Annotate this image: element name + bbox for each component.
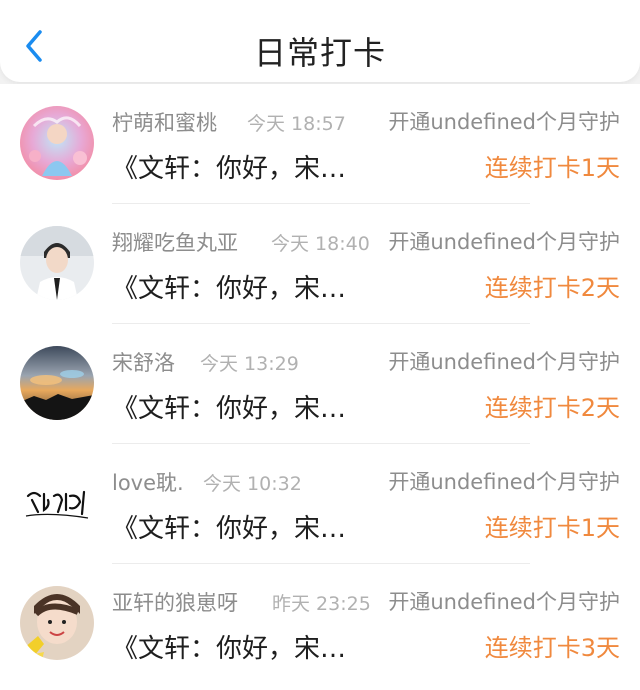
user-name[interactable]: 宋舒洛 [112,347,175,377]
avatar[interactable] [20,466,94,540]
list-item[interactable]: 柠萌和蜜桃 今天 18:57 开通undefined个月守护 《文轩：你好，宋…… [0,84,640,204]
action-text: 开通undefined个月守护 [386,346,620,376]
timestamp: 今天 10:32 [203,473,302,495]
action-text: 开通undefined个月守护 [386,106,620,136]
streak-badge: 连续打卡3天 [484,634,620,662]
action-text: 开通undefined个月守护 [386,586,620,616]
list-item[interactable]: love耽. 今天 10:32 开通undefined个月守护 《文轩：你好，宋… [0,444,640,564]
streak-badge: 连续打卡1天 [484,154,620,182]
message-text: 《文轩：你好，宋… [112,634,347,664]
header-bar: 日常打卡 [0,0,640,82]
message-text: 《文轩：你好，宋… [112,154,347,184]
action-text: 开通undefined个月守护 [386,226,620,256]
avatar-image [20,106,94,180]
streak-badge: 连续打卡2天 [484,274,620,302]
timestamp: 今天 18:57 [247,113,346,135]
message-text: 《文轩：你好，宋… [112,514,347,544]
timestamp: 今天 18:40 [271,233,370,255]
avatar[interactable] [20,226,94,300]
action-text: 开通undefined个月守护 [386,466,620,496]
user-name[interactable]: 翔耀吃鱼丸亚 [112,227,238,257]
page-title: 日常打卡 [253,34,386,72]
avatar[interactable] [20,346,94,420]
timestamp: 今天 13:29 [200,353,299,375]
timestamp: 昨天 23:25 [272,593,371,615]
user-name[interactable]: love耽. [112,467,184,497]
avatar-image [20,586,94,660]
user-name[interactable]: 柠萌和蜜桃 [112,107,217,137]
avatar[interactable] [20,586,94,660]
checkin-list: 柠萌和蜜桃 今天 18:57 开通undefined个月守护 《文轩：你好，宋…… [0,84,640,690]
streak-badge: 连续打卡1天 [484,514,620,542]
list-item[interactable]: 翔耀吃鱼丸亚 今天 18:40 开通undefined个月守护 《文轩：你好，宋… [0,204,640,324]
avatar-image [20,466,94,540]
list-item[interactable]: 亚轩的狼崽呀 昨天 23:25 开通undefined个月守护 《文轩：你好，宋… [0,564,640,684]
message-text: 《文轩：你好，宋… [112,394,347,424]
avatar[interactable] [20,106,94,180]
user-name[interactable]: 亚轩的狼崽呀 [112,587,238,617]
avatar-image [20,346,94,420]
avatar-image [20,226,94,300]
message-text: 《文轩：你好，宋… [112,274,347,304]
streak-badge: 连续打卡2天 [484,394,620,422]
list-item[interactable]: 宋舒洛 今天 13:29 开通undefined个月守护 《文轩：你好，宋… 连… [0,324,640,444]
